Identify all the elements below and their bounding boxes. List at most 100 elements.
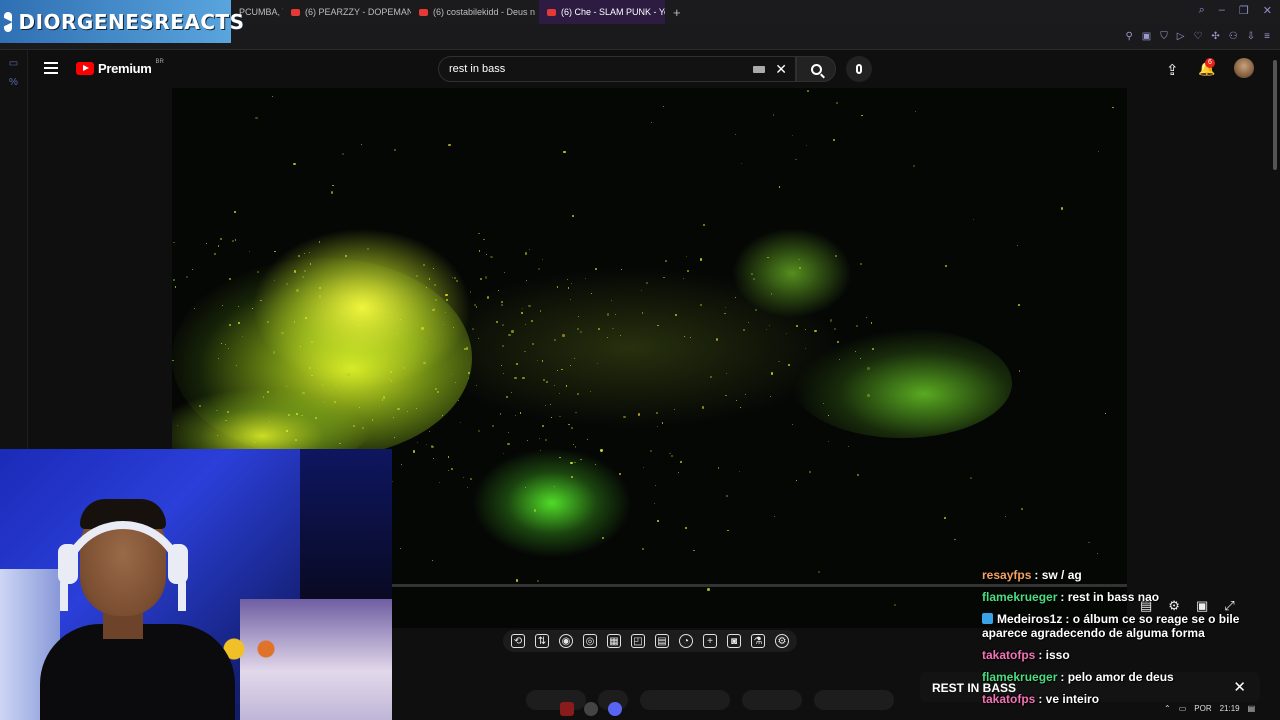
particle xyxy=(293,321,295,323)
gear-icon[interactable]: ⚙ xyxy=(775,634,789,648)
upload-icon[interactable]: ⇪ xyxy=(1166,61,1179,79)
particle xyxy=(172,278,175,281)
action-pill[interactable] xyxy=(640,690,730,710)
particle xyxy=(361,334,364,337)
particle xyxy=(423,361,426,364)
particle xyxy=(1060,206,1064,210)
flask-icon[interactable]: ⚗ xyxy=(751,634,765,648)
particle xyxy=(266,390,269,393)
particle xyxy=(457,399,459,401)
voice-search-button[interactable] xyxy=(846,56,872,82)
minimize-icon[interactable]: – xyxy=(1219,4,1225,17)
enhancer-controls: ⟲ ⇅ ◉ ◎ ▦ ◰ ▤ ◔ + ◙ ⚗ ⚙ xyxy=(503,630,797,652)
camera-icon[interactable]: ◙ xyxy=(727,634,741,648)
particle xyxy=(177,424,179,426)
notification-center-icon[interactable]: ▤ xyxy=(1248,704,1256,713)
particle xyxy=(778,185,781,188)
gamepad-icon[interactable]: ▭ xyxy=(0,58,27,69)
particle xyxy=(727,529,729,532)
window-controls: ⌕ – ❐ ✕ xyxy=(1199,4,1272,17)
particle xyxy=(791,134,793,136)
action-pill[interactable] xyxy=(814,690,894,710)
particle xyxy=(575,411,577,414)
tray-language[interactable]: POR xyxy=(1194,704,1211,713)
scrollbar-thumb[interactable] xyxy=(1273,60,1277,170)
keyboard-icon[interactable] xyxy=(753,66,765,73)
particle xyxy=(389,378,390,380)
sort-icon[interactable]: ⇅ xyxy=(535,634,549,648)
shield-icon[interactable]: ⛉ xyxy=(1160,31,1168,42)
particle xyxy=(541,424,544,427)
search-input[interactable] xyxy=(449,63,739,75)
particle xyxy=(795,158,797,161)
youtube-favicon-icon xyxy=(291,8,300,16)
network-icon[interactable]: ▭ xyxy=(1179,704,1187,713)
particle xyxy=(213,252,216,255)
particle xyxy=(439,482,441,483)
add-icon[interactable]: + xyxy=(703,634,717,648)
particle xyxy=(346,312,350,316)
particle xyxy=(272,351,276,354)
particle xyxy=(508,432,510,433)
webcam-wall xyxy=(300,449,392,609)
particle xyxy=(724,312,726,315)
tray-chevron-icon[interactable]: ⌃ xyxy=(1164,704,1171,713)
clear-search-icon[interactable]: ✕ xyxy=(775,61,787,78)
search-tabs-icon[interactable]: ⌕ xyxy=(1199,4,1205,17)
menu-icon[interactable] xyxy=(44,62,58,74)
loop-icon[interactable]: ⟲ xyxy=(511,634,525,648)
discord-icon[interactable] xyxy=(608,702,622,716)
close-window-icon[interactable]: ✕ xyxy=(1263,4,1272,17)
obs-icon[interactable] xyxy=(584,702,598,716)
percent-icon[interactable]: % xyxy=(0,77,27,88)
avatar[interactable] xyxy=(1234,58,1254,78)
play-extension-icon[interactable]: ▷ xyxy=(1177,31,1185,42)
broadcast-icon[interactable]: ◉ xyxy=(559,634,573,648)
aspect-ratio-icon[interactable]: ◰ xyxy=(631,634,645,648)
pin-icon[interactable]: ⚲ xyxy=(1125,31,1132,42)
browser-tab[interactable]: (6) PEARZZY - DOPEMAN xyxy=(283,0,411,24)
puzzle-icon[interactable]: ✣ xyxy=(1211,31,1219,42)
taskbar-app-icon[interactable] xyxy=(560,702,574,716)
cinema-icon[interactable]: ▤ xyxy=(655,634,669,648)
particle xyxy=(441,415,443,417)
browser-menu-icon[interactable]: ≡ xyxy=(1264,31,1270,42)
particle xyxy=(619,334,621,336)
screenshot-icon[interactable]: ▣ xyxy=(1142,31,1151,42)
particle xyxy=(748,321,749,323)
action-pill[interactable] xyxy=(742,690,802,710)
particle xyxy=(594,268,597,270)
particle xyxy=(450,467,454,470)
particle xyxy=(657,519,659,522)
particle xyxy=(274,250,276,253)
particle xyxy=(399,547,401,549)
browser-tab[interactable]: (6) costabilekidd - Deus n xyxy=(411,0,539,24)
particle xyxy=(589,390,592,392)
particle xyxy=(859,263,862,266)
particle xyxy=(1096,552,1099,555)
particle xyxy=(674,313,678,316)
eye-icon[interactable]: ◎ xyxy=(583,634,597,648)
particle xyxy=(524,252,528,255)
particle xyxy=(341,152,344,155)
speed-icon[interactable]: ◔ xyxy=(679,634,693,648)
particle xyxy=(435,299,437,301)
download-icon[interactable]: ⇩ xyxy=(1247,31,1255,42)
tray-clock[interactable]: 21:19 xyxy=(1220,704,1240,713)
maximize-icon[interactable]: ❐ xyxy=(1239,4,1249,17)
particle xyxy=(497,289,499,292)
particle xyxy=(577,327,580,330)
profile-icon[interactable]: ⚇ xyxy=(1229,31,1238,42)
new-tab-button[interactable]: + xyxy=(665,5,689,20)
heart-icon[interactable]: ♡ xyxy=(1193,31,1202,42)
particle xyxy=(620,268,622,270)
youtube-premium-logo[interactable]: Premium BR xyxy=(76,59,164,76)
chat-text: : sw / ag xyxy=(1034,568,1082,582)
film-icon[interactable]: ▦ xyxy=(607,634,621,648)
particle xyxy=(739,470,740,472)
search-button[interactable] xyxy=(796,56,836,82)
particle xyxy=(431,445,434,448)
chat-text: : ve inteiro xyxy=(1038,692,1100,706)
browser-tab-active[interactable]: (6) Che - SLAM PUNK - Yo xyxy=(539,0,665,24)
particle xyxy=(735,399,737,401)
